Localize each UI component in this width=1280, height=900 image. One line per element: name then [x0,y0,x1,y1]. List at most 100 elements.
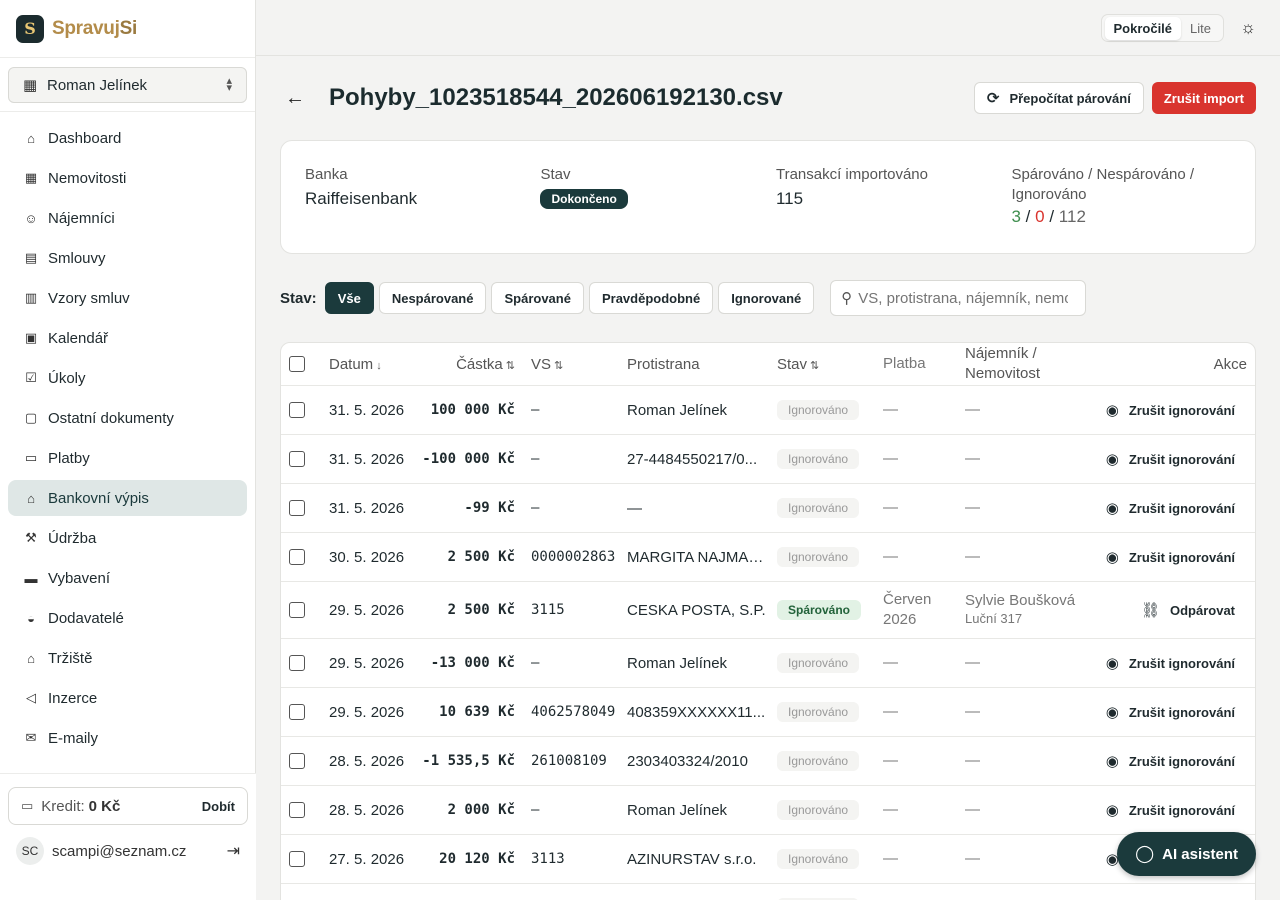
row-action-button[interactable]: ◉ Zrušit ignorování [1095,548,1255,566]
sidebar-item-ostatni-dokumenty[interactable]: ▢ Ostatní dokumenty [8,400,247,436]
mode-advanced[interactable]: Pokročilé [1104,16,1182,40]
sidebar-item-kalendar[interactable]: ▣ Kalendář [8,320,247,356]
sidebar-item-inzerce[interactable]: ◁ Inzerce [8,680,247,716]
sidebar-item-label: Vybavení [48,569,110,587]
filter-chip[interactable]: Pravděpodobné [588,282,714,314]
topup-button[interactable]: Dobít [202,799,235,814]
transactions-table: Datum ↓ Částka ⇅ VS ⇅ Protistrana Stav ⇅ Pla… [280,342,1256,900]
filter-chip[interactable]: Nespárované [378,282,487,314]
row-checkbox[interactable] [289,500,305,516]
col-vs[interactable]: VS ⇅ [521,356,617,373]
row-checkbox[interactable] [289,802,305,818]
eye-icon: ◉ [1105,402,1119,419]
row-checkbox[interactable] [289,851,305,867]
row-action-button[interactable]: ◉ Zrušit ignorování [1095,401,1255,419]
logo-mark-icon: S [16,14,44,43]
cancel-import-button[interactable]: Zrušit import [1151,82,1256,114]
sidebar-item-smlouvy[interactable]: ▤ Smlouvy [8,240,247,276]
table-row: 31. 5. 2026 -100 000 Kč — 27-4484550217/0..… [281,435,1255,484]
ai-assistant-button[interactable]: ◯ AI asistent [1117,832,1256,876]
table-row: 29. 5. 2026 2 500 Kč 3115 CESKA POSTA, S.P.… [281,582,1255,639]
row-action-button[interactable]: ⛓ Odpárovat [1095,601,1255,619]
cell-tenant: — [955,401,1095,419]
sidebar-item-udrzba[interactable]: ⚒ Údržba [8,520,247,556]
hardhat-icon: ◒ [27,610,35,626]
status-badge: Ignorováno [777,653,860,673]
cell-counterparty: Roman Jelínek [627,401,728,419]
sidebar-item-platby[interactable]: ▭ Platby [8,440,247,476]
sidebar-item-dodavatele[interactable]: ◒ Dodavatelé [8,600,247,636]
row-action-button[interactable]: ◉ Zrušit ignorování [1095,752,1255,770]
row-checkbox[interactable] [289,655,305,671]
owner-selector[interactable]: ▦ Roman Jelínek ▴ ▾ [8,67,247,103]
row-checkbox[interactable] [289,602,305,618]
row-action-button[interactable]: ◉ Zrušit ignorování [1095,654,1255,672]
cell-vs: — [531,500,540,516]
logout-icon[interactable]: ⇥ [227,841,240,861]
table-row: 28. 5. 2026 -1 535,5 Kč 261008109 230340332… [281,737,1255,786]
back-arrow-icon[interactable]: ← [285,87,321,110]
row-checkbox[interactable] [289,549,305,565]
main-content: ← Pohyby_1023518544_202606192130.csv ⟳ P… [280,56,1256,900]
filter-chip[interactable]: Ignorované [718,282,815,314]
eye-icon: ◉ [1105,549,1119,566]
property-name: Luční 317 [965,611,1023,626]
row-action-label: Odpárovat [1169,603,1235,618]
cell-tenant: — [955,850,1095,868]
row-checkbox[interactable] [289,753,305,769]
row-action-label: Zrušit ignorování [1128,705,1235,720]
filter-chip[interactable]: Spárované [491,282,584,314]
cell-amount: 10 639 Kč [439,704,515,720]
select-all-checkbox[interactable] [289,356,305,372]
table-row: 27. 5. 2026 20 120 Kč 3113 AZINURSTAV s.r.o… [281,835,1255,884]
sidebar-item-vzory-smluv[interactable]: ▥ Vzory smluv [8,280,247,316]
cell-tenant: Sylvie Boušková Luční 317 [955,592,1095,628]
sidebar-item-dashboard[interactable]: ⌂ Dashboard [8,120,247,156]
theme-toggle-icon[interactable]: ☼ [1240,18,1256,38]
search-box[interactable]: ⚲ [830,280,1087,316]
row-action-button[interactable]: ◉ Zrušit ignorování [1095,801,1255,819]
cell-amount: 2 500 Kč [447,602,515,618]
tenant-name: — [965,450,980,467]
sidebar-item-ukoly[interactable]: ☑ Úkoly [8,360,247,396]
sort-icon: ⇅ [554,359,564,372]
cell-state: Ignorováno [767,800,873,820]
col-tenant: Nájemník / Nemovitost [965,345,1041,382]
sidebar-item-bankovni-vypis[interactable]: ⌂ Bankovní výpis [8,480,247,516]
mode-lite[interactable]: Lite [1181,17,1220,40]
row-checkbox[interactable] [289,451,305,467]
search-input[interactable] [858,289,1069,307]
refresh-icon: ⟳ [986,90,1000,107]
cell-counterparty: MARGITA NAJMAN... [627,548,767,566]
col-amount[interactable]: Částka ⇅ [409,356,521,373]
status-badge: Ignorováno [777,800,860,820]
row-action-button[interactable]: ◉ Zrušit ignorování [1095,499,1255,517]
cell-counterparty: 2303403324/2010 [627,752,748,770]
col-date[interactable]: Datum ↓ [321,356,409,373]
import-summary-card: Banka Raiffeisenbank Stav Dokončeno Tran… [280,140,1256,254]
sidebar: S SpravujSi ▦ Roman Jelínek ▴ ▾ ⌂ Dashboar… [0,0,256,900]
row-action-button[interactable]: ◉ Zrušit ignorování [1095,450,1255,468]
credit-box: ▭ Kredit: 0 Kč Dobít [8,787,248,825]
sidebar-item-nemovitosti[interactable]: ▦ Nemovitosti [8,160,247,196]
table-row: 31. 5. 2026 100 000 Kč — Roman Jelínek Ignor… [281,386,1255,435]
page-header: ← Pohyby_1023518544_202606192130.csv ⟳ P… [280,56,1256,140]
sidebar-item-trziste[interactable]: ⌂ Tržiště [8,640,247,676]
filter-chip[interactable]: Vše [324,282,374,314]
col-date-label: Datum [329,355,374,373]
filter-chips: Vše Nespárované Spárované Pravděpodobné Igno… [324,282,820,314]
search-icon: ⚲ [841,290,853,307]
logo[interactable]: S SpravujSi [0,0,255,58]
row-checkbox[interactable] [289,704,305,720]
row-action-button[interactable]: ◉ Zrušit ignorování [1095,703,1255,721]
col-payment: Platba [883,355,926,372]
col-state[interactable]: Stav ⇅ [767,356,873,373]
sidebar-item-e-maily[interactable]: ✉ E-maily [8,720,247,756]
recalc-pairing-button[interactable]: ⟳ Přepočítat párování [973,82,1144,114]
status-badge: Ignorováno [777,400,860,420]
separator: / [1025,207,1031,226]
row-checkbox[interactable] [289,402,305,418]
sidebar-item-vybaveni[interactable]: ▬ Vybavení [8,560,247,596]
sidebar-item-najemnici[interactable]: ☺ Nájemníci [8,200,247,236]
stat-label: Banka [305,166,348,183]
